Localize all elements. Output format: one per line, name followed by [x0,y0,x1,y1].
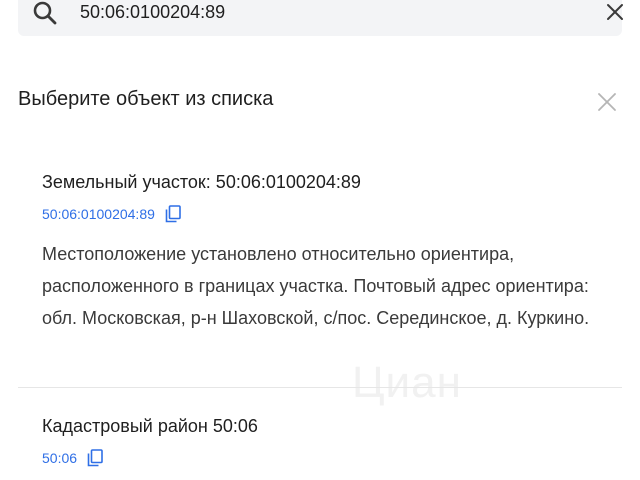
search-input[interactable] [80,0,560,27]
result-title: Земельный участок: 50:06:0100204:89 [42,172,361,192]
copy-icon[interactable] [87,449,103,467]
code-row: 50:06:0100204:89 [42,204,602,224]
search-bar [18,0,623,36]
close-icon[interactable] [604,1,626,23]
panel-title: Выберите объект из списка [18,88,274,110]
cadastral-district-link[interactable]: 50:06 [42,450,77,466]
result-description: Местоположение установлено относительно … [42,244,590,328]
search-icon[interactable] [32,0,58,26]
page: Выберите объект из списка Циан Земельный… [0,0,640,480]
copy-icon[interactable] [165,205,181,223]
code-row: 50:06 [42,448,602,468]
result-title: Кадастровый район 50:06 [42,416,258,436]
watermark: Циан [352,358,462,407]
cadastral-number-link[interactable]: 50:06:0100204:89 [42,206,155,222]
divider [18,387,622,388]
list-item[interactable]: Кадастровый район 50:06 50:06 [42,414,602,468]
close-icon[interactable] [597,92,617,112]
list-item[interactable]: Земельный участок: 50:06:0100204:89 50:0… [42,170,602,334]
